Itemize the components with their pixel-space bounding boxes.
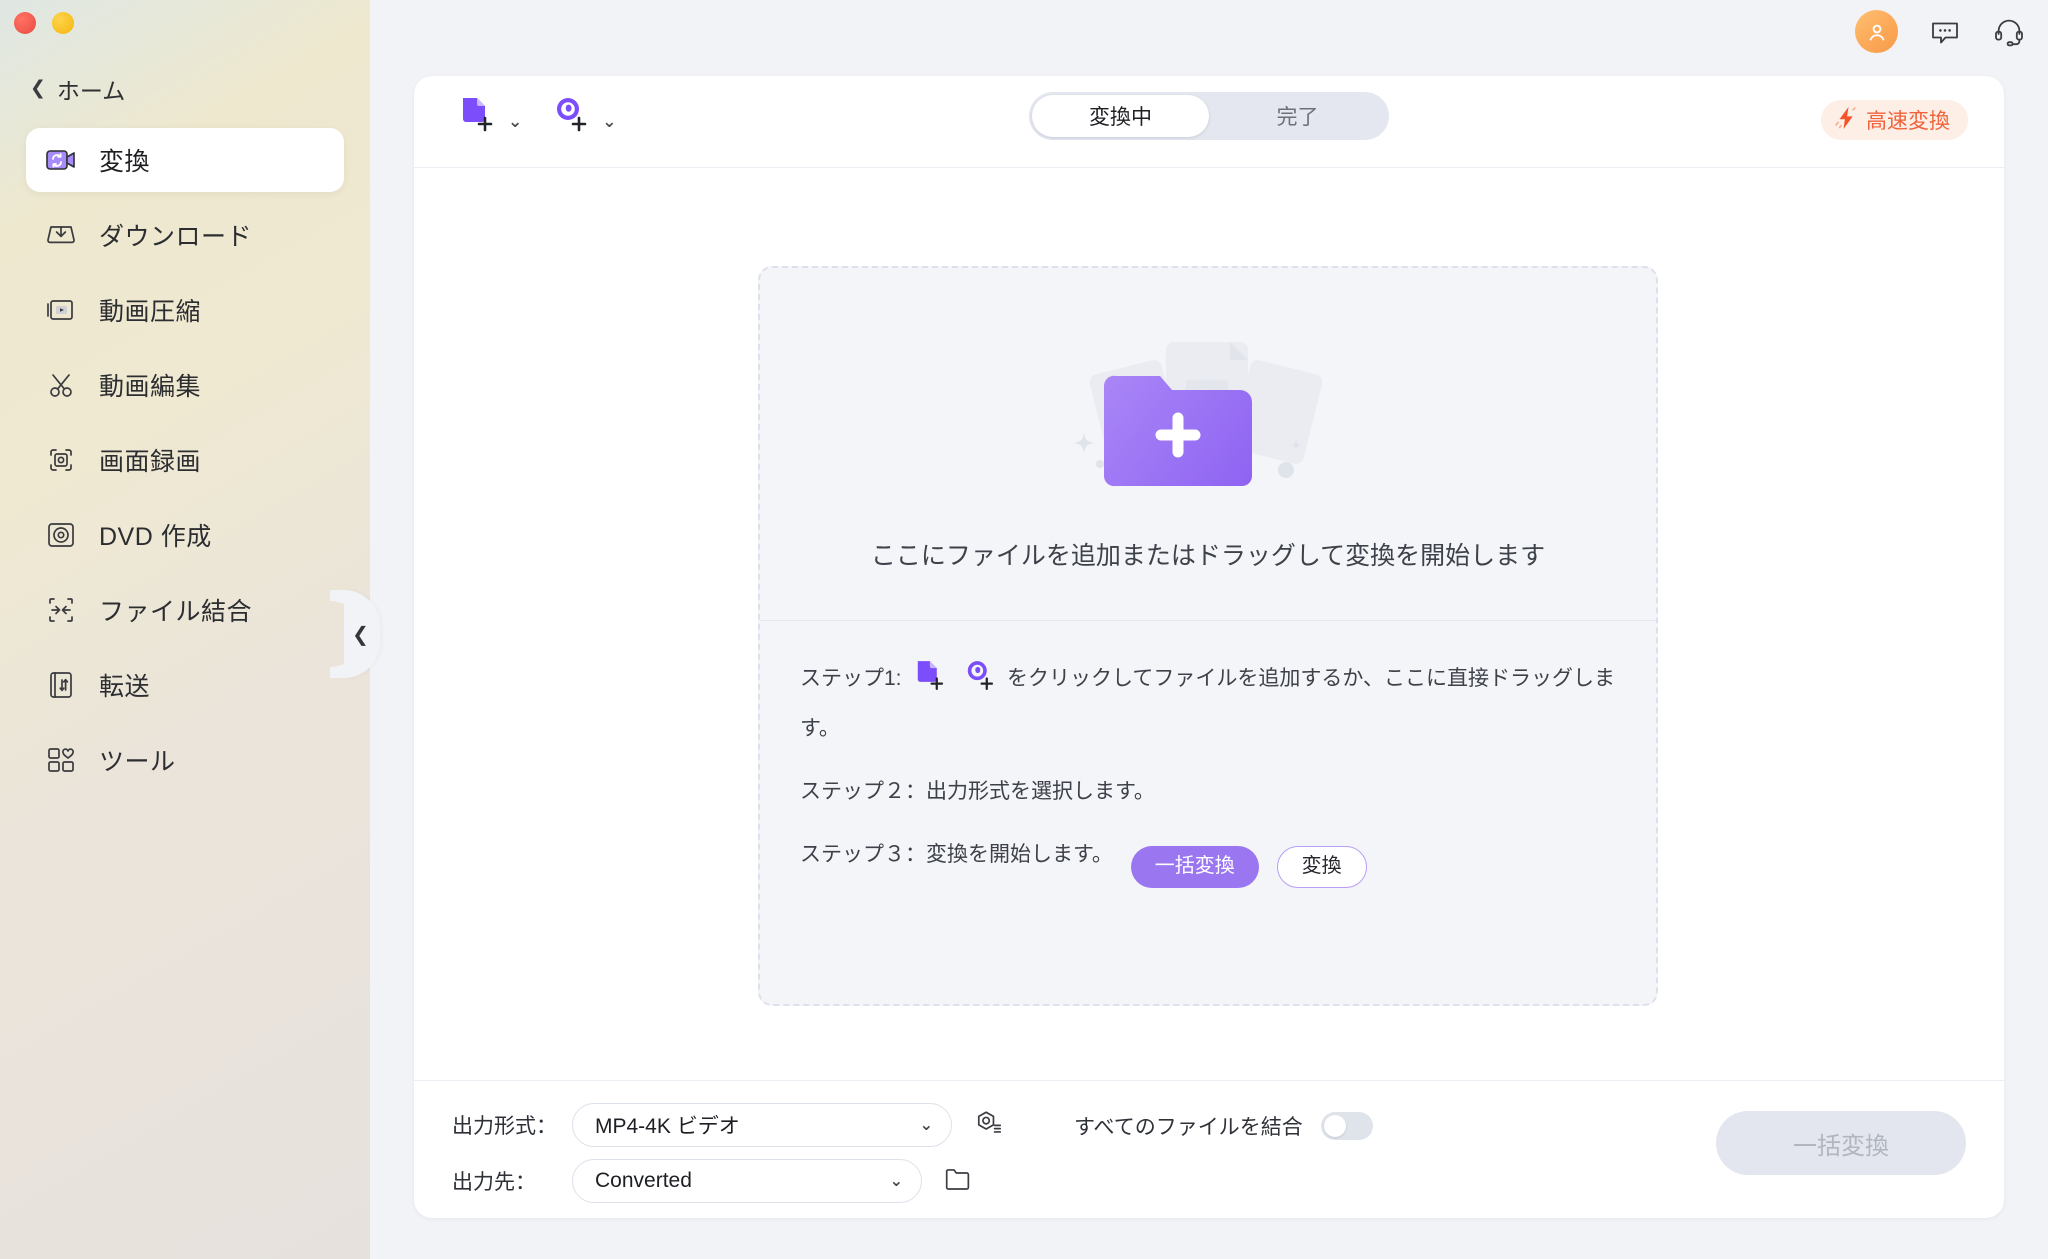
sidebar-item-label: 画面録画 xyxy=(99,448,202,476)
toggle-knob xyxy=(1323,1115,1346,1137)
steps-list: ステップ1: をクリックしてファイルを追加するか、ここに直接ドラッグします。 ス… xyxy=(800,656,1622,910)
lightning-bolt-icon xyxy=(1833,105,1859,136)
sidebar-item-convert[interactable]: 変換 xyxy=(26,128,344,192)
user-avatar-icon[interactable] xyxy=(1855,10,1898,53)
disc-icon xyxy=(44,518,78,552)
sidebar-item-label: 動画編集 xyxy=(99,373,202,401)
step-1: ステップ1: をクリックしてファイルを追加するか、ここに直接ドラッグします。 xyxy=(800,656,1622,749)
video-compress-icon xyxy=(44,293,78,327)
output-format-select[interactable]: MP4-4K ビデオ ⌄ xyxy=(572,1103,952,1147)
sidebar-item-tools[interactable]: ツール xyxy=(26,728,344,792)
topbar-actions xyxy=(1855,10,2026,53)
step-convert-button[interactable]: 変換 xyxy=(1276,845,1367,888)
tab-converting[interactable]: 変換中 xyxy=(1032,95,1209,137)
main-area: ⌄ ⌄ 変換中 完了 高速変換 ここにファイルを追加またはドラッグして変換を開始… xyxy=(370,0,2048,1259)
chevron-down-icon: ⌄ xyxy=(508,112,523,131)
close-window-button[interactable] xyxy=(14,12,36,34)
sidebar-item-label: DVD 作成 xyxy=(99,523,212,551)
add-dvd-button[interactable]: ⌄ xyxy=(548,92,617,141)
output-format-row: 出力形式： MP4-4K ビデオ ⌄ xyxy=(452,1103,1004,1147)
transfer-icon xyxy=(44,668,78,702)
output-settings-bar: 出力形式： MP4-4K ビデオ ⌄ 出力先： Converted ⌄ すべての… xyxy=(414,1080,2004,1218)
add-dvd-icon[interactable] xyxy=(960,661,1004,699)
status-tabs: 変換中 完了 xyxy=(1029,92,1389,140)
sidebar-nav: 変換 ダウンロード 動画圧縮 動画編集 画面録画 DVD 作成 ファイル結合 転… xyxy=(0,128,370,803)
add-file-icon[interactable] xyxy=(910,661,954,699)
add-source-buttons: ⌄ ⌄ xyxy=(454,92,617,141)
settings-gear-icon[interactable] xyxy=(972,1107,1004,1144)
sidebar-item-label: 変換 xyxy=(99,148,151,176)
sidebar-item-video-edit[interactable]: 動画編集 xyxy=(26,353,344,417)
chevron-down-icon: ⌄ xyxy=(919,1117,933,1134)
add-file-icon xyxy=(454,92,498,141)
home-label: ホーム xyxy=(56,78,126,104)
folder-plus-illustration xyxy=(760,314,1656,514)
fast-convert-badge[interactable]: 高速変換 xyxy=(1821,100,1968,140)
output-destination-label: 出力先： xyxy=(452,1171,536,1194)
step-1-prefix: ステップ1: xyxy=(800,667,902,690)
panel-header: ⌄ ⌄ 変換中 完了 高速変換 xyxy=(414,76,2004,168)
chat-bubble-icon[interactable] xyxy=(1928,15,1962,49)
folder-open-icon[interactable] xyxy=(942,1163,974,1200)
sidebar-item-label: 動画圧縮 xyxy=(99,298,202,326)
step-bulk-convert-button[interactable]: 一括変換 xyxy=(1130,845,1259,888)
sidebar-item-download[interactable]: ダウンロード xyxy=(26,203,344,267)
merge-icon xyxy=(44,593,78,627)
sidebar-item-file-merge[interactable]: ファイル結合 xyxy=(26,578,344,642)
sidebar-item-label: 転送 xyxy=(99,673,151,701)
dropzone-message: ここにファイルを追加またはドラッグして変換を開始します xyxy=(870,542,1546,570)
scissors-icon xyxy=(44,368,78,402)
sidebar-item-dvd-create[interactable]: DVD 作成 xyxy=(26,503,344,567)
tab-completed[interactable]: 完了 xyxy=(1209,95,1386,137)
window-controls xyxy=(14,12,74,34)
app-window: ❮ ホーム 変換 ダウンロード 動画圧縮 動画編集 画面録画 DVD 作成 ファ… xyxy=(0,0,2048,1259)
toolbox-icon xyxy=(44,743,78,777)
step-3: ステップ３：変換を開始します。 一括変換 変換 xyxy=(800,834,1622,888)
fast-convert-label: 高速変換 xyxy=(1866,110,1950,133)
step-2-text: ステップ２：出力形式を選択します。 xyxy=(800,780,1155,803)
sidebar-item-label: ファイル結合 xyxy=(99,598,253,626)
output-destination-value: Converted xyxy=(595,1169,692,1192)
output-destination-row: 出力先： Converted ⌄ xyxy=(452,1159,974,1203)
video-convert-icon xyxy=(44,143,78,177)
bulk-convert-button[interactable]: 一括変換 xyxy=(1716,1111,1966,1175)
merge-all-files-toggle[interactable] xyxy=(1320,1112,1373,1140)
sidebar-item-transfer[interactable]: 転送 xyxy=(26,653,344,717)
step-3-text: ステップ３：変換を開始します。 xyxy=(800,843,1113,866)
sidebar-item-screen-record[interactable]: 画面録画 xyxy=(26,428,344,492)
sidebar-item-video-compress[interactable]: 動画圧縮 xyxy=(26,278,344,342)
merge-all-files-label: すべてのファイルを結合 xyxy=(1074,1116,1303,1139)
divider xyxy=(760,620,1656,621)
chevron-left-icon: ❮ xyxy=(30,77,46,99)
home-back-link[interactable]: ❮ ホーム xyxy=(30,72,125,106)
sidebar-item-label: ダウンロード xyxy=(99,223,253,251)
chevron-down-icon: ⌄ xyxy=(602,112,617,131)
add-dvd-icon xyxy=(548,92,592,141)
file-dropzone[interactable]: ここにファイルを追加またはドラッグして変換を開始します ステップ1: をクリック… xyxy=(758,266,1658,1006)
step-2: ステップ２：出力形式を選択します。 xyxy=(800,771,1622,812)
output-format-label: 出力形式： xyxy=(452,1115,557,1138)
minimize-window-button[interactable] xyxy=(52,12,74,34)
add-file-button[interactable]: ⌄ xyxy=(454,92,522,141)
download-tray-icon xyxy=(44,218,78,252)
convert-panel: ⌄ ⌄ 変換中 完了 高速変換 ここにファイルを追加またはドラッグして変換を開始… xyxy=(414,76,2004,1218)
output-format-value: MP4-4K ビデオ xyxy=(595,1115,740,1138)
headset-icon[interactable] xyxy=(1992,15,2026,49)
screen-record-icon xyxy=(44,443,78,477)
sidebar-item-label: ツール xyxy=(99,748,176,776)
chevron-left-icon: ❮ xyxy=(352,623,369,646)
sidebar: ❮ ホーム 変換 ダウンロード 動画圧縮 動画編集 画面録画 DVD 作成 ファ… xyxy=(0,0,370,1259)
output-destination-select[interactable]: Converted ⌄ xyxy=(572,1159,922,1203)
merge-all-files-group: すべてのファイルを結合 xyxy=(1074,1111,1373,1141)
chevron-down-icon: ⌄ xyxy=(889,1173,903,1190)
